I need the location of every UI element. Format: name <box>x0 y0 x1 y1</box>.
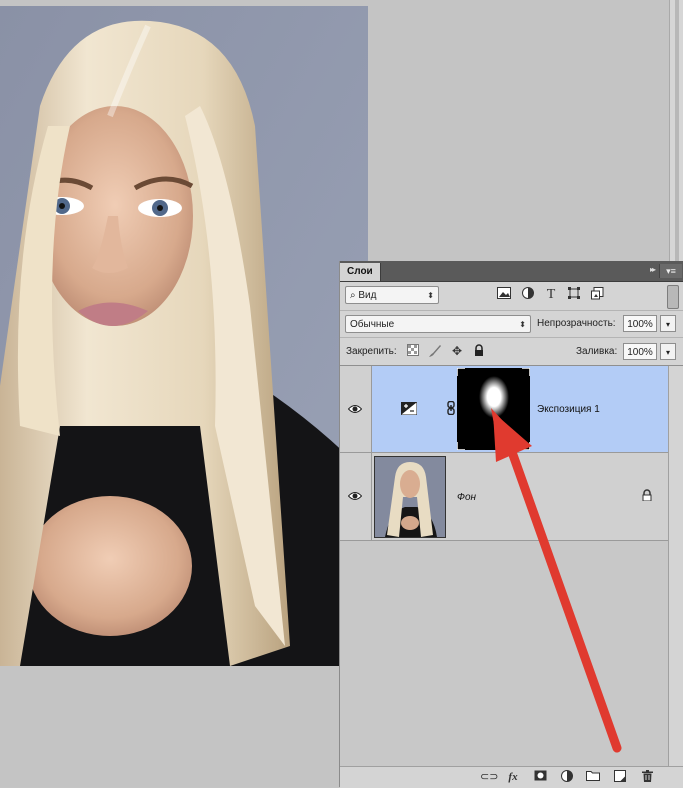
layers-list: Экспозиция 1 Фон <box>340 366 683 766</box>
link-layers-icon[interactable]: ⊂⊃ <box>480 770 498 784</box>
layer-background[interactable]: Фон <box>340 453 668 541</box>
layer-mask-thumbnail[interactable] <box>456 367 531 451</box>
blend-row: Обычные ⬍ Непрозрачность: 100% ▾ <box>340 311 683 338</box>
filter-kind-select[interactable]: ⌕ Вид ⬍ <box>345 286 439 304</box>
document-photo[interactable] <box>0 6 368 666</box>
lock-transparent-icon[interactable] <box>406 344 420 358</box>
mask-link-icon[interactable] <box>447 400 455 416</box>
filter-kind-value: Вид <box>358 290 377 301</box>
visibility-cell[interactable] <box>340 366 372 452</box>
layer-exposure[interactable]: Экспозиция 1 <box>340 366 668 453</box>
search-icon: ⌕ <box>350 290 356 301</box>
thumbnail-portrait <box>375 457 445 537</box>
adjustment-filter-icon[interactable] <box>520 287 536 303</box>
select-arrow-icon: ⬍ <box>427 291 434 300</box>
blend-mode-select[interactable]: Обычные ⬍ <box>345 315 531 333</box>
lock-row: Закрепить: ✥ Заливка: 100% ▾ <box>340 338 683 366</box>
portrait-image <box>0 6 368 666</box>
eye-icon[interactable] <box>348 491 362 501</box>
new-layer-icon[interactable] <box>612 770 628 784</box>
fill-input[interactable]: 100% <box>623 343 657 360</box>
type-filter-icon[interactable]: T <box>543 287 559 303</box>
visibility-cell[interactable] <box>340 453 372 540</box>
blend-mode-value: Обычные <box>350 319 395 330</box>
mask-preview <box>456 367 531 451</box>
lock-all-icon[interactable] <box>472 344 486 358</box>
lock-image-icon[interactable] <box>428 344 442 358</box>
smart-object-filter-icon[interactable] <box>589 287 605 303</box>
layer-lock-icon <box>642 489 652 502</box>
fx-icon[interactable]: fx <box>505 770 521 784</box>
filter-row: ⌕ Вид ⬍ T <box>340 282 683 311</box>
image-filter-icon[interactable] <box>496 287 512 303</box>
layers-footer: ⊂⊃ fx <box>340 766 683 788</box>
shape-filter-icon[interactable] <box>566 287 582 303</box>
opacity-dropdown-icon[interactable]: ▾ <box>660 315 676 332</box>
tab-layers[interactable]: Слои <box>340 263 381 281</box>
layer-name[interactable]: Экспозиция 1 <box>537 404 600 415</box>
exposure-icon <box>401 402 417 415</box>
layers-panel: Слои ▸▸ ▾≡ ⌕ Вид ⬍ T Обычные ⬍ Непрозрач… <box>339 261 683 788</box>
add-mask-icon[interactable] <box>532 770 548 784</box>
layer-thumbnail[interactable] <box>374 456 446 538</box>
fill-label: Заливка: <box>576 346 618 357</box>
select-arrow-icon: ⬍ <box>519 320 526 329</box>
delete-layer-icon[interactable] <box>639 770 655 784</box>
new-group-icon[interactable] <box>585 770 601 784</box>
lock-position-icon[interactable]: ✥ <box>450 344 464 358</box>
collapse-panel-icon[interactable]: ▸▸ <box>650 265 656 274</box>
panel-menu-icon[interactable]: ▾≡ <box>659 264 682 278</box>
scrollbar-thumb[interactable] <box>675 0 679 262</box>
layer-name[interactable]: Фон <box>457 492 476 503</box>
opacity-input[interactable]: 100% <box>623 315 657 332</box>
filter-toggle[interactable] <box>667 285 679 309</box>
layers-scrollbar[interactable] <box>668 366 683 766</box>
opacity-label: Непрозрачность: <box>537 318 616 329</box>
lock-label: Закрепить: <box>346 346 397 357</box>
panel-tab-bar: Слои ▸▸ ▾≡ <box>340 261 683 282</box>
new-adjustment-icon[interactable] <box>559 770 575 784</box>
canvas-scrollbar[interactable] <box>669 0 683 262</box>
fill-dropdown-icon[interactable]: ▾ <box>660 343 676 360</box>
eye-icon[interactable] <box>348 404 362 414</box>
